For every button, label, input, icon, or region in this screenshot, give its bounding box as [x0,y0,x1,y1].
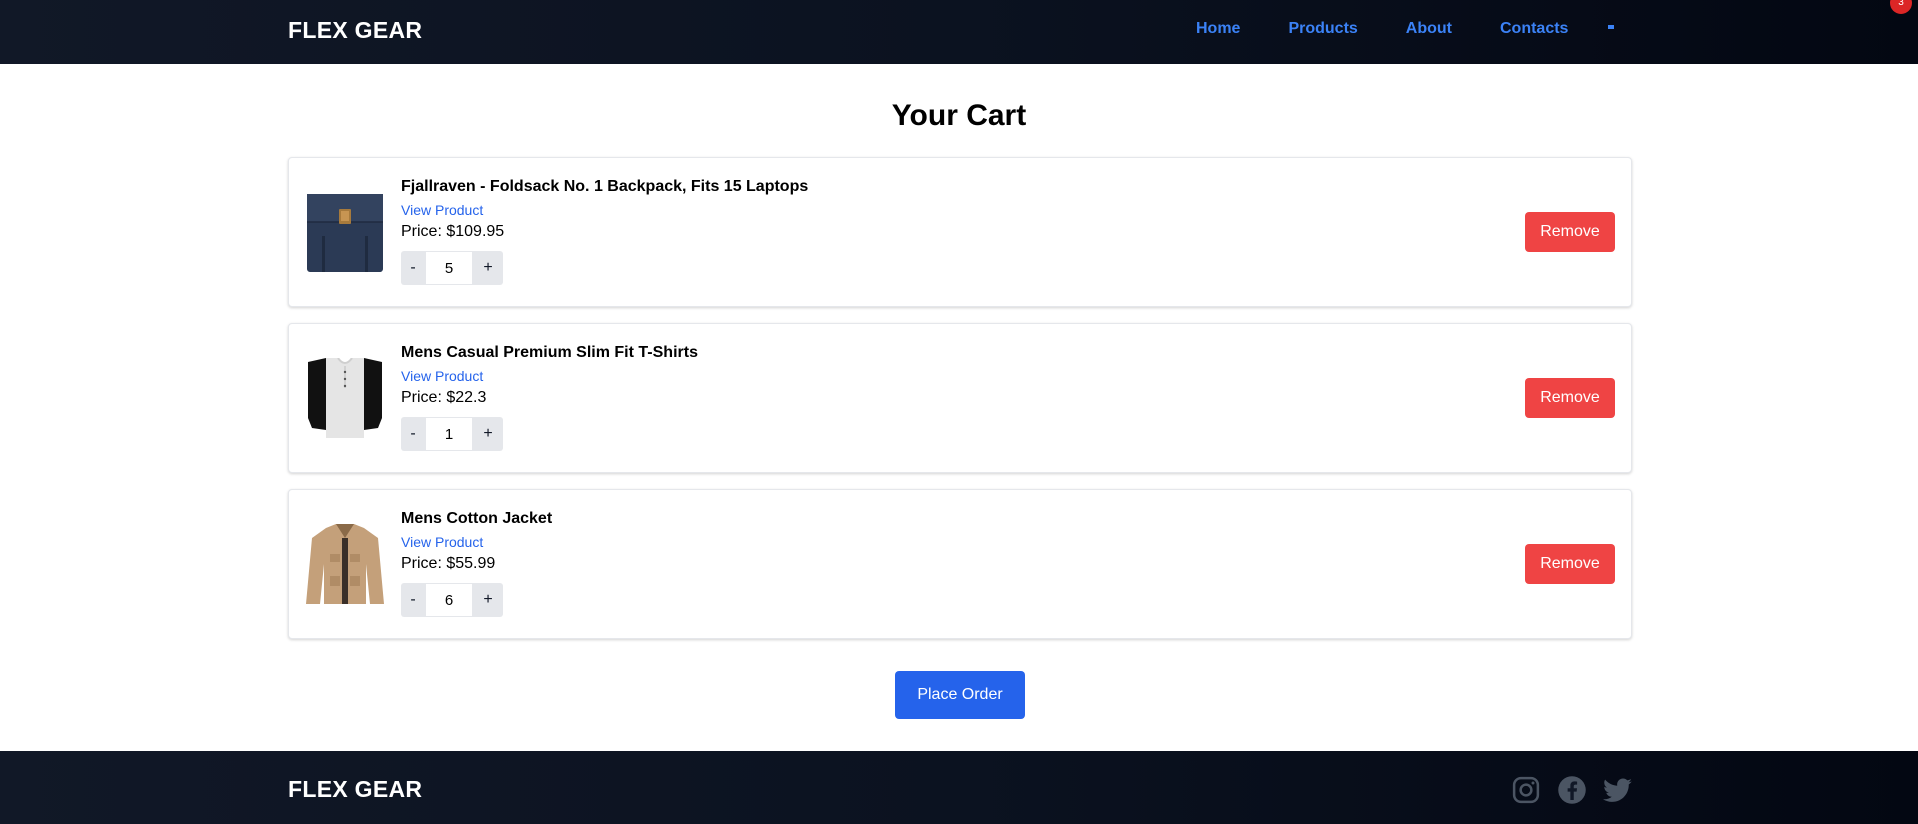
item-price: Price: $109.95 [401,223,505,240]
place-order-button[interactable]: Place Order [895,671,1025,719]
item-title: Mens Cotton Jacket [401,510,553,527]
item-price: Price: $22.3 [401,389,487,406]
decrease-quantity-button[interactable]: - [401,251,425,285]
item-title: Fjallraven - Foldsack No. 1 Backpack, Fi… [401,178,809,195]
quantity-input[interactable] [425,417,473,451]
social-links [1511,775,1633,805]
page-title: Your Cart [891,99,1027,132]
remove-button[interactable]: Remove [1525,378,1615,418]
cart-count-badge: 3 [1890,0,1912,14]
cart-item: Mens Casual Premium Slim Fit T-Shirts Vi… [288,323,1632,473]
item-title: Mens Casual Premium Slim Fit T-Shirts [401,344,698,361]
nav-products-link[interactable]: Products [1288,20,1357,38]
main-nav: Home Products About Contacts [1196,20,1616,38]
view-product-link[interactable]: View Product [401,202,808,219]
quantity-stepper: - + [401,417,698,451]
facebook-icon[interactable] [1557,775,1587,805]
footer-brand-logo: FLEX GEAR [288,776,423,802]
item-price: Price: $55.99 [401,555,496,572]
nav-contacts-link[interactable]: Contacts [1500,20,1568,38]
nav-about-link[interactable]: About [1406,20,1452,38]
increase-quantity-button[interactable]: + [473,583,503,617]
nav-home-link[interactable]: Home [1196,20,1240,38]
cart-item: Fjallraven - Foldsack No. 1 Backpack, Fi… [288,157,1632,307]
instagram-icon[interactable] [1511,775,1541,805]
increase-quantity-button[interactable]: + [473,251,503,285]
quantity-stepper: - + [401,583,552,617]
brand-logo[interactable]: FLEX GEAR [288,17,422,44]
cart-icon[interactable] [1608,23,1616,31]
increase-quantity-button[interactable]: + [473,417,503,451]
decrease-quantity-button[interactable]: - [401,417,425,451]
footer: FLEX GEAR [0,751,1918,824]
quantity-input[interactable] [425,583,473,617]
remove-button[interactable]: Remove [1525,212,1615,252]
tshirt-image [306,358,384,440]
view-product-link[interactable]: View Product [401,534,552,551]
quantity-stepper: - + [401,251,808,285]
top-navbar: FLEX GEAR Home Products About Contacts 3 [0,0,1918,64]
twitter-icon[interactable] [1603,775,1633,805]
backpack-image [306,192,384,274]
decrease-quantity-button[interactable]: - [401,583,425,617]
jacket-image [306,524,384,606]
cart-item: Mens Cotton Jacket View Product Price: $… [288,489,1632,639]
remove-button[interactable]: Remove [1525,544,1615,584]
view-product-link[interactable]: View Product [401,368,698,385]
quantity-input[interactable] [425,251,473,285]
